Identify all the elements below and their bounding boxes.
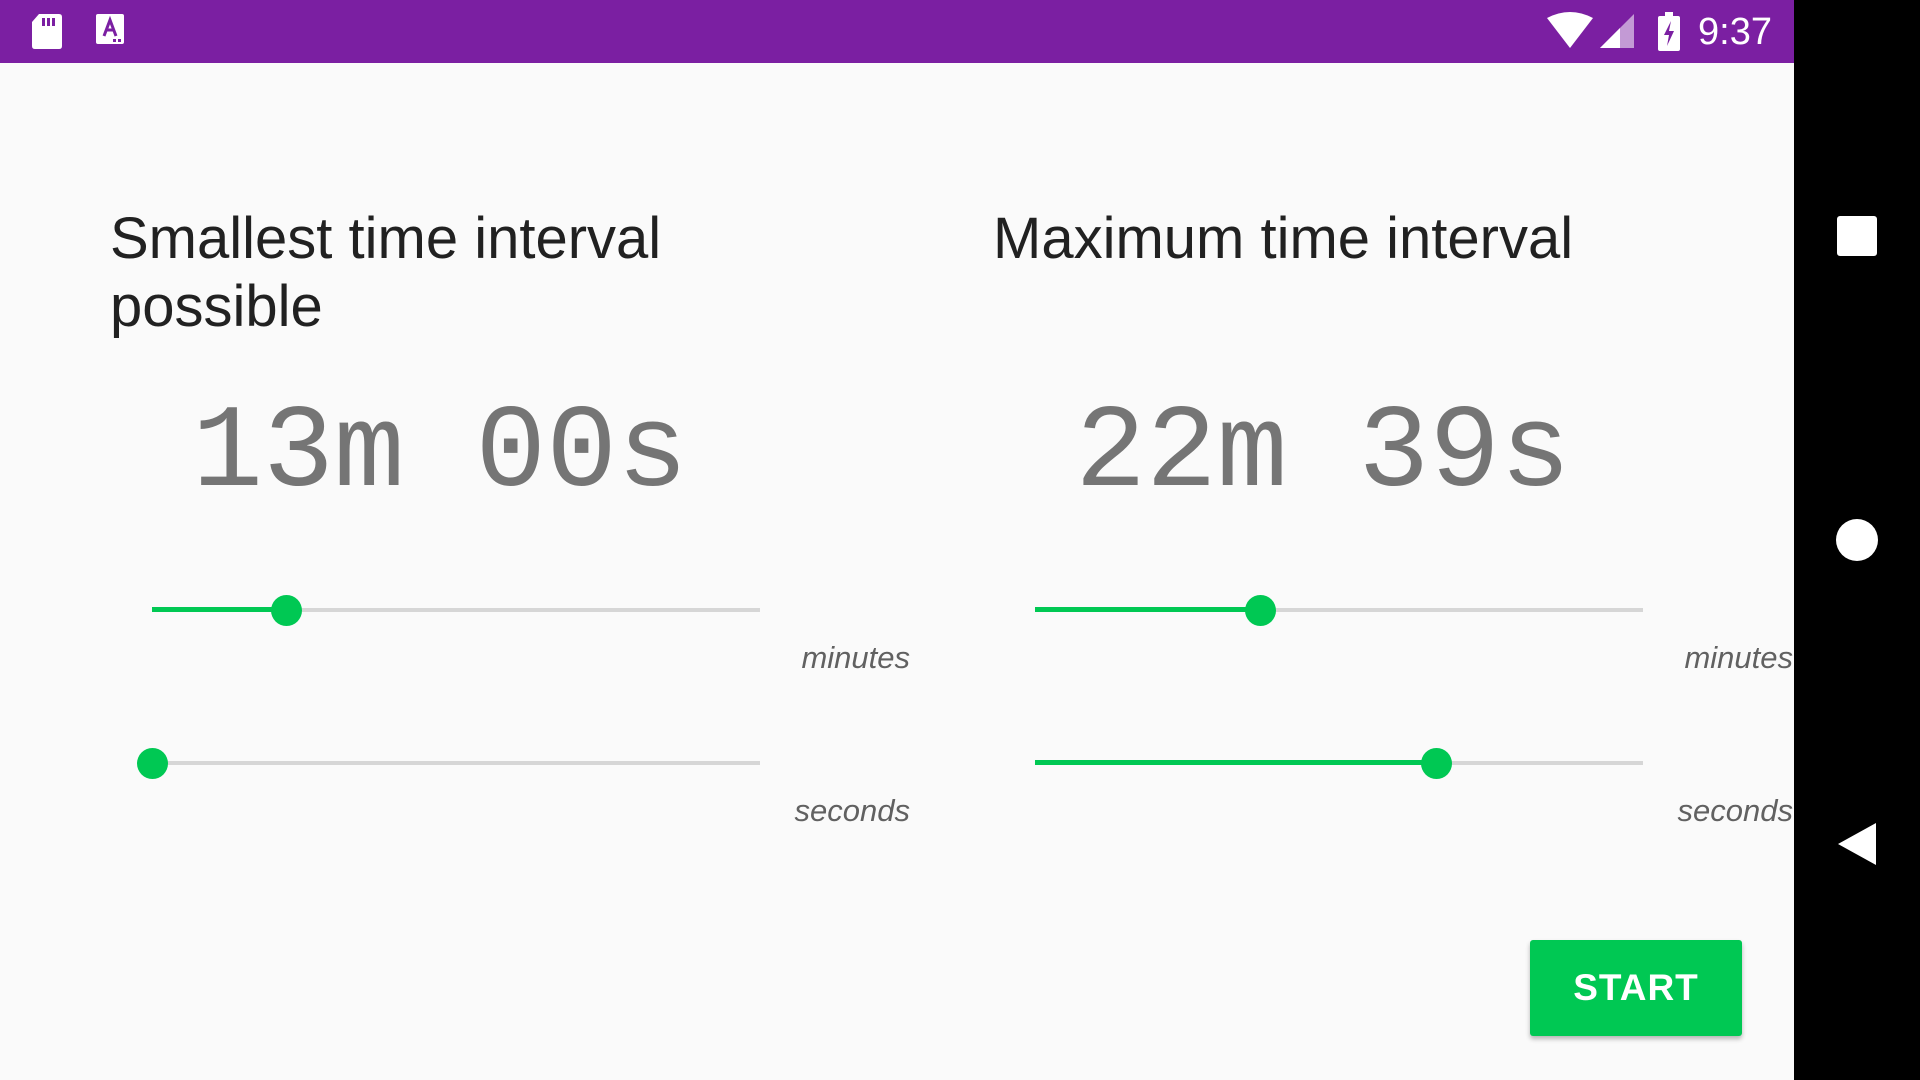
slider-thumb[interactable] [137, 748, 168, 779]
home-icon[interactable] [1827, 510, 1887, 570]
recents-icon[interactable] [1827, 206, 1887, 266]
min-minutes-slider[interactable] [152, 590, 760, 630]
slider-fill [1035, 760, 1437, 765]
slider-thumb[interactable] [1421, 748, 1453, 779]
min-interval-display: 13m 00s [192, 388, 688, 521]
slider-track [152, 761, 760, 765]
navigation-bar [1794, 0, 1920, 1080]
start-button[interactable]: START [1530, 940, 1742, 1036]
slider-thumb[interactable] [270, 595, 302, 626]
min-interval-title: Smallest time interval possible [110, 206, 662, 339]
min-seconds-slider[interactable] [137, 743, 760, 783]
max-minutes-slider[interactable] [1035, 590, 1643, 630]
max-seconds-slider[interactable] [1035, 743, 1643, 783]
max-interval-display: 22m 39s [1075, 388, 1571, 521]
slider-fill [1035, 607, 1260, 612]
max-seconds-label: seconds [1677, 793, 1793, 828]
back-icon[interactable] [1827, 814, 1887, 874]
max-interval-panel: Maximum time interval 22m 39s minutes se… [993, 0, 1793, 1080]
slider-fill [152, 607, 286, 612]
slider-thumb[interactable] [1244, 595, 1276, 626]
max-interval-title: Maximum time interval [993, 206, 1574, 271]
min-interval-panel: Smallest time interval possible 13m 00s … [110, 0, 910, 1080]
app-screen: 9:37 Smallest time interval possible 13m… [0, 0, 1794, 1080]
sd-card-icon [30, 12, 64, 50]
min-seconds-label: seconds [794, 793, 910, 828]
min-minutes-label: minutes [801, 640, 910, 675]
max-minutes-label: minutes [1684, 640, 1793, 675]
